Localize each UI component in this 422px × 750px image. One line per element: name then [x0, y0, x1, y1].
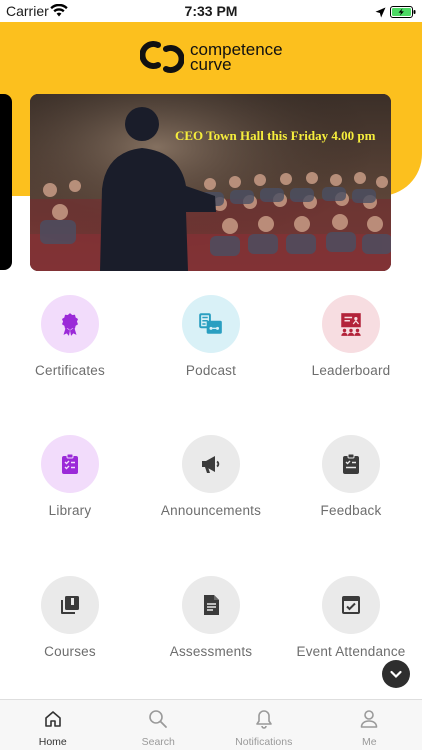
carousel-previous-slide[interactable]	[0, 94, 12, 270]
conference-photo	[30, 94, 391, 271]
tab-search[interactable]: Search	[106, 700, 212, 750]
tile-label: Feedback	[320, 503, 382, 518]
tile-announcements[interactable]: Announcements	[141, 435, 281, 518]
competence-curve-logo-mark	[140, 41, 184, 73]
announcement-banner[interactable]: CEO Town Hall this Friday 4.00 pm	[30, 94, 391, 271]
chevron-down-icon	[390, 670, 402, 679]
tile-podcast[interactable]: Podcast	[141, 295, 281, 378]
status-bar: Carrier 7:33 PM	[0, 0, 422, 22]
battery-icon	[390, 5, 416, 23]
tile-library[interactable]: Library	[0, 435, 140, 518]
leaderboard-icon-circle	[322, 295, 380, 353]
tile-label: Announcements	[160, 503, 262, 518]
location-arrow-icon	[375, 5, 386, 23]
tile-label: Certificates	[35, 363, 105, 378]
tab-notifications[interactable]: Notifications	[211, 700, 317, 750]
scroll-down-button[interactable]	[382, 660, 410, 688]
courses-icon-circle	[41, 576, 99, 634]
banner-caption: CEO Town Hall this Friday 4.00 pm	[175, 128, 376, 143]
search-icon	[149, 710, 168, 728]
tile-label: Podcast	[185, 363, 237, 378]
tab-notifications-label: Notifications	[235, 736, 293, 748]
clipboard-list-icon	[343, 453, 359, 474]
feedback-icon-circle	[322, 435, 380, 493]
podcast-icon-circle	[182, 295, 240, 353]
tab-home[interactable]: Home	[0, 700, 106, 750]
home-icon	[44, 711, 61, 727]
event-attendance-icon-circle	[322, 576, 380, 634]
tile-label: Event Attendance	[296, 644, 406, 659]
announcements-icon-circle	[182, 435, 240, 493]
tab-search-label: Search	[141, 736, 175, 748]
tile-assessments[interactable]: Assessments	[141, 576, 281, 659]
assessments-icon-circle	[182, 576, 240, 634]
tile-label: Leaderboard	[311, 363, 391, 378]
tile-event-attendance[interactable]: Event Attendance	[281, 576, 421, 659]
presentation-icon	[341, 313, 361, 336]
tab-home-label: Home	[38, 736, 67, 748]
library-icon-circle	[41, 435, 99, 493]
tile-certificates[interactable]: Certificates	[0, 295, 140, 378]
tile-label: Assessments	[169, 644, 253, 659]
podcast-icon	[199, 313, 222, 334]
tile-courses[interactable]: Courses	[0, 576, 140, 659]
document-icon	[204, 595, 219, 615]
megaphone-icon	[202, 456, 220, 473]
tile-label: Courses	[44, 644, 96, 659]
brand-name-line2: curve	[190, 55, 232, 74]
person-icon	[360, 710, 378, 728]
bottom-tab-bar: Home Search Notifications Me	[0, 699, 422, 750]
bell-icon	[255, 710, 272, 729]
clock: 7:33 PM	[184, 3, 238, 19]
certificates-icon-circle	[41, 295, 99, 353]
tab-me[interactable]: Me	[317, 700, 422, 750]
calendar-check-icon	[342, 596, 360, 614]
brand-logo: competence curve	[140, 35, 283, 79]
clipboard-icon	[62, 453, 78, 474]
tile-leaderboard[interactable]: Leaderboard	[281, 295, 421, 378]
tile-feedback[interactable]: Feedback	[281, 435, 421, 518]
tab-me-label: Me	[361, 736, 377, 748]
tile-label: Library	[48, 503, 92, 518]
award-icon	[61, 313, 79, 336]
library-books-icon	[61, 596, 79, 614]
